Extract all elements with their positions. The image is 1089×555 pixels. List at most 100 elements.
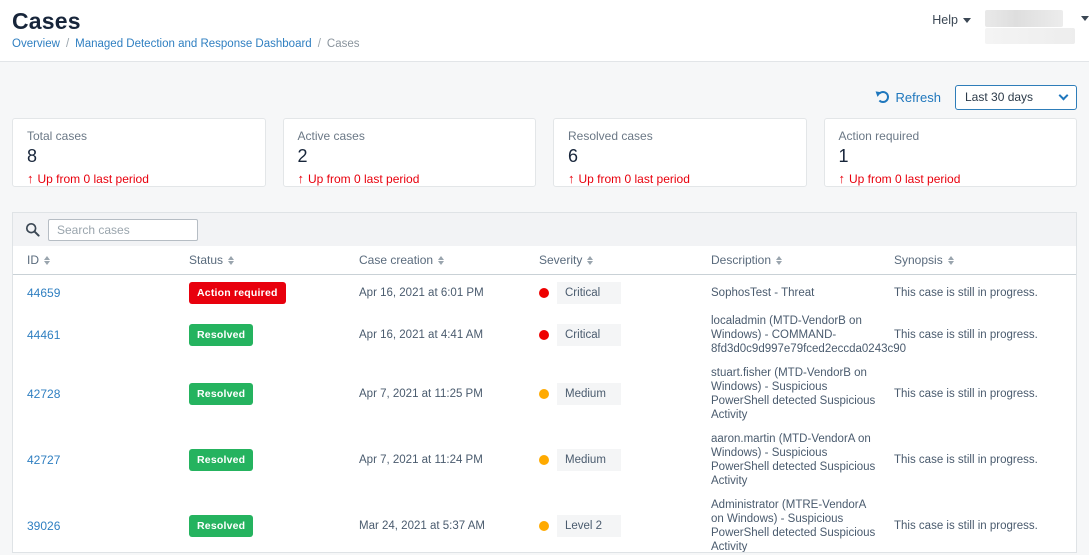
stat-trend: ↑Up from 0 last period <box>298 171 522 186</box>
case-synopsis: This case is still in progress. <box>894 387 1076 401</box>
sort-icon <box>948 256 954 265</box>
trend-up-icon: ↑ <box>568 171 575 186</box>
stat-label: Resolved cases <box>568 129 792 143</box>
refresh-icon <box>877 91 889 103</box>
refresh-label: Refresh <box>895 90 941 105</box>
time-period-select[interactable]: Last 30 days <box>955 85 1077 110</box>
stat-label: Active cases <box>298 129 522 143</box>
breadcrumb-overview[interactable]: Overview <box>12 38 60 50</box>
column-header-status[interactable]: Status <box>189 253 359 267</box>
severity-dot-icon <box>539 455 549 465</box>
caret-down-icon <box>963 18 971 23</box>
severity-label: Medium <box>557 383 621 405</box>
table-row: 44659 Action required Apr 16, 2021 at 6:… <box>13 277 1076 309</box>
sort-icon <box>587 256 593 265</box>
case-description: SophosTest - Threat <box>711 286 894 300</box>
severity-label: Critical <box>557 282 621 304</box>
trend-up-icon: ↑ <box>298 171 305 186</box>
trend-up-icon: ↑ <box>839 171 846 186</box>
breadcrumb: Overview / Managed Detection and Respons… <box>12 38 1077 50</box>
sort-icon <box>438 256 444 265</box>
case-description: localadmin (MTD-VendorB on Windows) - CO… <box>711 314 894 356</box>
case-synopsis: This case is still in progress. <box>894 453 1076 467</box>
severity-label: Critical <box>557 324 621 346</box>
stat-trend: ↑Up from 0 last period <box>27 171 251 186</box>
table-body: 44659 Action required Apr 16, 2021 at 6:… <box>13 275 1076 553</box>
case-synopsis: This case is still in progress. <box>894 328 1076 342</box>
stat-card-resolved-cases: Resolved cases 6 ↑Up from 0 last period <box>553 118 807 187</box>
status-badge: Action required <box>189 282 286 304</box>
case-synopsis: This case is still in progress. <box>894 286 1076 300</box>
column-header-case-creation[interactable]: Case creation <box>359 253 539 267</box>
status-badge: Resolved <box>189 383 253 405</box>
breadcrumb-separator: / <box>66 38 69 50</box>
stat-label: Action required <box>839 129 1063 143</box>
column-header-severity[interactable]: Severity <box>539 253 711 267</box>
severity-dot-icon <box>539 389 549 399</box>
case-creation: Apr 7, 2021 at 11:24 PM <box>359 453 539 467</box>
table-row: 42727 Resolved Apr 7, 2021 at 11:24 PM M… <box>13 427 1076 493</box>
toolbar: Refresh Last 30 days <box>12 84 1077 110</box>
stat-trend: ↑Up from 0 last period <box>839 171 1063 186</box>
sort-icon <box>776 256 782 265</box>
case-description: aaron.martin (MTD-VendorA on Windows) - … <box>711 432 894 488</box>
case-id-link[interactable]: 44461 <box>27 328 60 342</box>
severity-label: Medium <box>557 449 621 471</box>
breadcrumb-separator: / <box>318 38 321 50</box>
case-id-link[interactable]: 39026 <box>27 519 60 533</box>
help-label: Help <box>932 13 958 27</box>
status-badge: Resolved <box>189 449 253 471</box>
case-id-link[interactable]: 42728 <box>27 387 60 401</box>
status-badge: Resolved <box>189 324 253 346</box>
trend-up-icon: ↑ <box>27 171 34 186</box>
case-id-link[interactable]: 44659 <box>27 286 60 300</box>
table-search-row <box>13 213 1076 246</box>
severity-dot-icon <box>539 330 549 340</box>
table-row: 42728 Resolved Apr 7, 2021 at 11:25 PM M… <box>13 361 1076 427</box>
app-header: Cases Overview / Managed Detection and R… <box>0 0 1089 62</box>
case-description: Administrator (MTRE-VendorA on Windows) … <box>711 498 894 553</box>
stat-value: 2 <box>298 146 522 167</box>
stat-label: Total cases <box>27 129 251 143</box>
stat-card-active-cases: Active cases 2 ↑Up from 0 last period <box>283 118 537 187</box>
user-account-menu[interactable] <box>985 10 1077 44</box>
severity-dot-icon <box>539 521 549 531</box>
caret-down-icon <box>1081 16 1089 21</box>
stat-trend: ↑Up from 0 last period <box>568 171 792 186</box>
case-creation: Apr 7, 2021 at 11:25 PM <box>359 387 539 401</box>
column-header-synopsis[interactable]: Synopsis <box>894 253 1076 267</box>
case-creation: Mar 24, 2021 at 5:37 AM <box>359 519 539 533</box>
cases-table: ID Status Case creation Severity Descrip… <box>12 212 1077 553</box>
severity-label: Level 2 <box>557 515 621 537</box>
column-header-id[interactable]: ID <box>13 253 189 267</box>
case-description: stuart.fisher (MTD-VendorB on Windows) -… <box>711 366 894 422</box>
user-account-redacted <box>985 28 1075 44</box>
stat-value: 8 <box>27 146 251 167</box>
table-row: 39026 Resolved Mar 24, 2021 at 5:37 AM L… <box>13 493 1076 553</box>
table-header-row: ID Status Case creation Severity Descrip… <box>13 246 1076 275</box>
status-badge: Resolved <box>189 515 253 537</box>
refresh-button[interactable]: Refresh <box>877 90 941 105</box>
stats-row: Total cases 8 ↑Up from 0 last period Act… <box>12 118 1077 187</box>
user-account-redacted <box>985 10 1063 27</box>
breadcrumb-mdr-dashboard[interactable]: Managed Detection and Response Dashboard <box>75 38 312 50</box>
stat-card-total-cases: Total cases 8 ↑Up from 0 last period <box>12 118 266 187</box>
chevron-down-icon <box>1059 90 1069 100</box>
time-period-value: Last 30 days <box>965 90 1033 104</box>
page-title: Cases <box>12 8 1077 35</box>
help-menu[interactable]: Help <box>932 13 971 27</box>
stat-value: 6 <box>568 146 792 167</box>
case-creation: Apr 16, 2021 at 4:41 AM <box>359 328 539 342</box>
case-creation: Apr 16, 2021 at 6:01 PM <box>359 286 539 300</box>
severity-dot-icon <box>539 288 549 298</box>
table-row: 44461 Resolved Apr 16, 2021 at 4:41 AM C… <box>13 309 1076 361</box>
column-header-description[interactable]: Description <box>711 253 894 267</box>
case-id-link[interactable]: 42727 <box>27 453 60 467</box>
stat-card-action-required: Action required 1 ↑Up from 0 last period <box>824 118 1078 187</box>
sort-icon <box>228 256 234 265</box>
search-input[interactable] <box>48 219 198 241</box>
stat-value: 1 <box>839 146 1063 167</box>
search-icon <box>25 222 40 237</box>
case-synopsis: This case is still in progress. <box>894 519 1076 533</box>
sort-icon <box>44 256 50 265</box>
